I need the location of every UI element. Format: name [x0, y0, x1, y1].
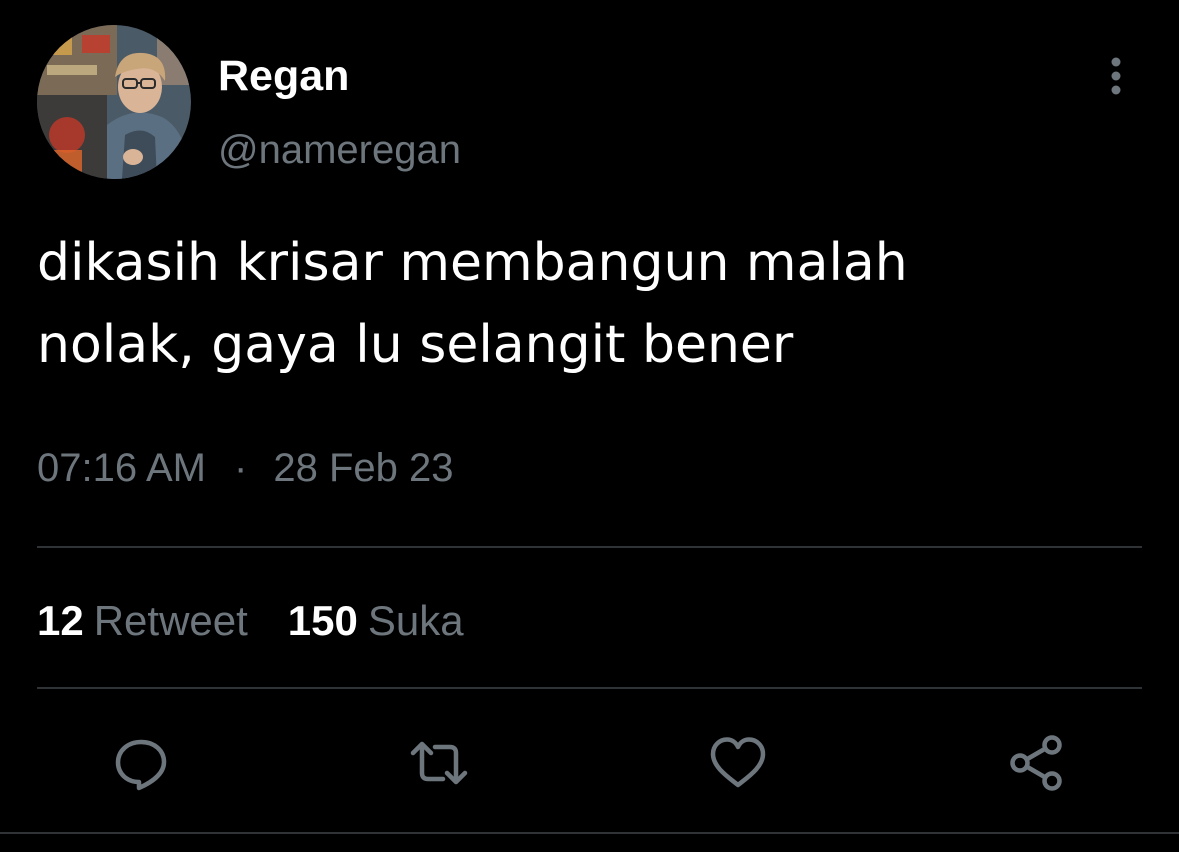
- retweet-stat[interactable]: 12 Retweet: [37, 596, 248, 646]
- author-display-name[interactable]: Regan: [218, 50, 349, 102]
- more-options-button[interactable]: [1096, 52, 1136, 100]
- retweet-button[interactable]: [409, 733, 469, 793]
- like-count: 150: [287, 597, 358, 644]
- reply-button[interactable]: [111, 733, 171, 793]
- timestamp-separator: ·: [234, 446, 248, 490]
- avatar[interactable]: [37, 25, 191, 179]
- tweet-time: 07:16 AM: [37, 446, 207, 490]
- share-icon: [1010, 735, 1062, 791]
- tweet-stats: 12 Retweet 150 Suka: [37, 596, 464, 646]
- divider: [0, 832, 1179, 834]
- divider: [37, 687, 1142, 689]
- retweet-icon: [410, 741, 468, 785]
- tweet-text-line: nolak, gaya lu selangit bener: [37, 315, 794, 375]
- divider: [37, 546, 1142, 548]
- like-label: Suka: [367, 597, 464, 644]
- avatar-photo: [37, 25, 191, 179]
- retweet-label: Retweet: [93, 597, 248, 644]
- tweet-timestamp: 07:16 AM · 28 Feb 23: [37, 444, 453, 492]
- heart-icon: [710, 737, 766, 788]
- tweet-date: 28 Feb 23: [273, 446, 454, 490]
- like-stat[interactable]: 150 Suka: [288, 596, 464, 646]
- retweet-count: 12: [37, 597, 84, 644]
- like-button[interactable]: [708, 733, 768, 793]
- tweet-text-line: dikasih krisar membangun malah: [37, 233, 908, 293]
- more-vertical-icon: [1111, 57, 1121, 95]
- author-handle[interactable]: @nameregan: [218, 126, 461, 174]
- share-button[interactable]: [1007, 733, 1067, 793]
- reply-icon: [115, 739, 167, 791]
- tweet-text: dikasih krisar membangun malah nolak, ga…: [37, 222, 1137, 386]
